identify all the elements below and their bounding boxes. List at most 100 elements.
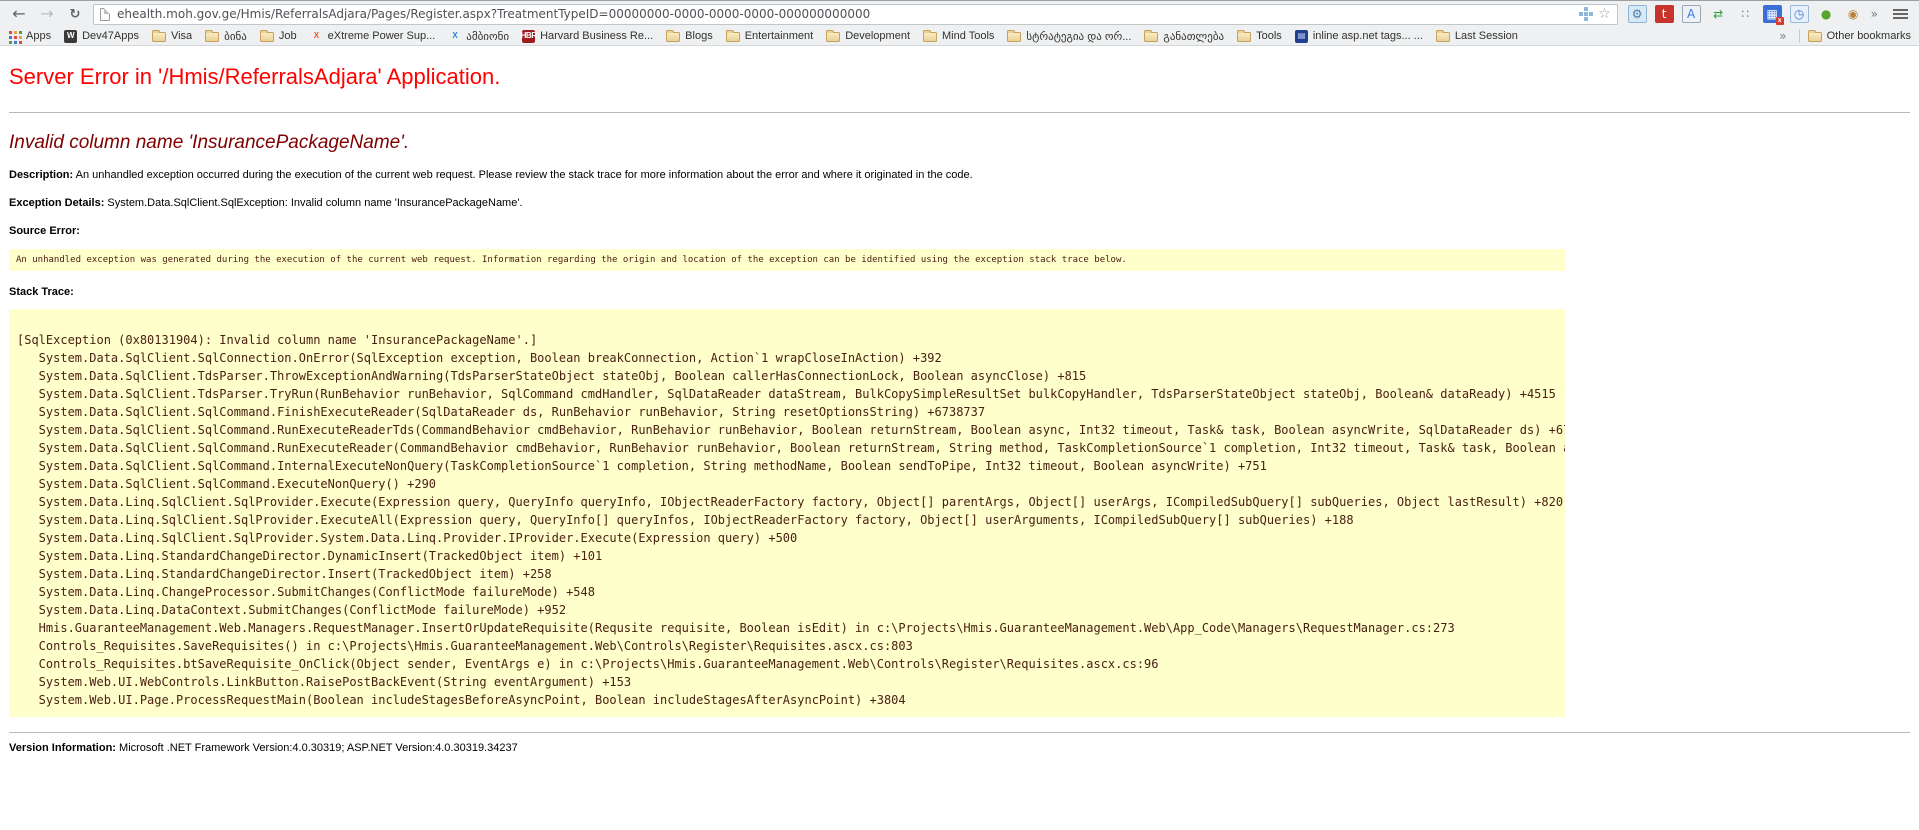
extension-glyph: ∷ [1741, 8, 1749, 20]
bookmark-ambioni[interactable]: Xამბიონი [448, 30, 509, 43]
extensions-area: ⚙ t A ⇄ ∷ ▦x ◷ ● ◉ [1624, 5, 1867, 23]
folder-icon [1144, 32, 1158, 42]
bookmark-label: Development [845, 30, 910, 42]
source-error-text: An unhandled exception was generated dur… [9, 249, 1565, 271]
chrome-menu-button[interactable] [1886, 3, 1914, 25]
bookmark-label: Blogs [685, 30, 713, 42]
bookmark-visa[interactable]: Visa [152, 30, 192, 42]
version-label: Version Information: [9, 742, 116, 754]
bookmark-entertainment[interactable]: Entertainment [726, 30, 813, 42]
bookmark-label: Mind Tools [942, 30, 994, 42]
bookmark-bina[interactable]: ბინა [205, 30, 247, 43]
exception-details-row: Exception Details: System.Data.SqlClient… [9, 196, 1910, 210]
extension-glyph: ◉ [1848, 8, 1858, 20]
folder-icon [1237, 32, 1251, 42]
bookmark-label: Other bookmarks [1827, 30, 1911, 42]
back-button[interactable]: ← [5, 3, 33, 25]
bookmark-label: Entertainment [745, 30, 813, 42]
bookmarks-bar-right: » Other bookmarks [1775, 29, 1911, 43]
bookmark-label: Apps [26, 30, 51, 42]
bookmark-label: Visa [171, 30, 192, 42]
bookmark-inline-aspnet[interactable]: ▤ inline asp.net tags... ... [1295, 30, 1423, 43]
bookmark-blogs[interactable]: Blogs [666, 30, 713, 42]
extension-glyph: ⚙ [1632, 8, 1643, 20]
extension-badge: x [1776, 17, 1784, 25]
folder-icon [260, 32, 274, 42]
version-text: Microsoft .NET Framework Version:4.0.303… [119, 742, 518, 754]
browser-toolbar: ← → ↻ ehealth.moh.gov.ge/Hmis/ReferralsA… [0, 0, 1919, 27]
green-arrows-extension-icon[interactable]: ⇄ [1709, 5, 1728, 23]
folder-icon [152, 32, 166, 42]
other-bookmarks-button[interactable]: Other bookmarks [1808, 30, 1911, 42]
bookmark-apps[interactable]: Apps [8, 30, 51, 43]
bookmark-label: Dev47Apps [82, 30, 139, 42]
bookmark-label: ამბიონი [466, 30, 509, 43]
version-info: Version Information: Microsoft .NET Fram… [9, 742, 1910, 754]
apps-grid-icon [8, 30, 21, 43]
extreme-power-favicon: X [310, 30, 323, 43]
bookmark-label: inline asp.net tags... ... [1313, 30, 1423, 42]
bookmark-strategia[interactable]: სტრატეგია და ორ... [1007, 30, 1131, 43]
bookmark-label: Job [279, 30, 297, 42]
bookmark-label: განათლება [1163, 30, 1224, 43]
bookmark-tools[interactable]: Tools [1237, 30, 1282, 42]
bookmark-star-icon[interactable]: ☆ [1598, 7, 1611, 21]
exception-message-heading: Invalid column name 'InsurancePackageNam… [9, 132, 1910, 154]
window-gear-extension-icon[interactable]: ⚙ [1628, 5, 1647, 23]
stack-trace-box: [SqlException (0x80131904): Invalid colu… [9, 309, 1565, 717]
forward-button[interactable]: → [33, 3, 61, 25]
bookmarks-list: Apps W Dev47Apps Visa ბინა Job XeXtreme Power … [8, 30, 1531, 43]
footer-divider [9, 732, 1910, 733]
folder-icon [205, 32, 219, 42]
source-error-label: Source Error: [9, 225, 80, 237]
hamburger-icon [1893, 9, 1908, 11]
url-text[interactable]: ehealth.moh.gov.ge/Hmis/ReferralsAdjara/… [117, 7, 1578, 21]
bookmark-development[interactable]: Development [826, 30, 910, 42]
green-drop-extension-icon[interactable]: ● [1817, 5, 1836, 23]
bookmark-last-session[interactable]: Last Session [1436, 30, 1518, 42]
bookmark-label: Tools [1256, 30, 1282, 42]
reload-button[interactable]: ↻ [61, 3, 89, 25]
description-row: Description: An unhandled exception occu… [9, 168, 1910, 182]
bookmark-label: ბინა [224, 30, 247, 43]
dots-grid-extension-icon[interactable]: ∷ [1736, 5, 1755, 23]
bookmark-mind-tools[interactable]: Mind Tools [923, 30, 994, 42]
window-clock-extension-icon[interactable]: ◷ [1790, 5, 1809, 23]
bookmark-extreme-power[interactable]: XeXtreme Power Sup... [310, 30, 436, 43]
cookie-extension-icon[interactable]: ◉ [1844, 5, 1863, 23]
folder-icon [826, 32, 840, 42]
folder-icon [1007, 32, 1021, 42]
folder-icon [1436, 32, 1450, 42]
red-t-extension-icon[interactable]: t [1655, 5, 1674, 23]
dev47apps-favicon: W [64, 30, 77, 43]
folder-icon [923, 32, 937, 42]
description-text: An unhandled exception occurred during t… [76, 169, 973, 181]
bookmark-label: eXtreme Power Sup... [328, 30, 436, 42]
calendar-extension-icon[interactable]: ▦x [1763, 5, 1782, 23]
toolbar-overflow-chevron[interactable]: » [1871, 7, 1878, 21]
hbr-favicon: HBR [522, 30, 535, 43]
exception-details-text: System.Data.SqlClient.SqlException: Inva… [107, 197, 522, 209]
bookmark-dev47apps[interactable]: W Dev47Apps [64, 30, 139, 43]
extension-glyph: ◷ [1794, 8, 1804, 20]
address-bar[interactable]: ehealth.moh.gov.ge/Hmis/ReferralsAdjara/… [93, 4, 1618, 25]
bookmark-label: სტრატეგია და ორ... [1026, 30, 1131, 43]
extension-glyph: ● [1821, 8, 1831, 20]
extension-glyph: t [1662, 8, 1667, 20]
extension-glyph: ⇄ [1713, 8, 1723, 20]
extension-glyph: A [1687, 8, 1695, 20]
stack-trace-text: [SqlException (0x80131904): Invalid colu… [9, 309, 1565, 717]
autoscroll-cross-icon[interactable] [1584, 12, 1588, 16]
bookmarks-overflow-chevron[interactable]: » [1779, 29, 1786, 43]
error-page: Server Error in '/Hmis/ReferralsAdjara' … [0, 62, 1919, 754]
bookmark-job[interactable]: Job [260, 30, 297, 42]
bookmarks-separator [1799, 29, 1800, 43]
bookmark-ganatleba[interactable]: განათლება [1144, 30, 1224, 43]
description-label: Description: [9, 169, 73, 181]
bookmark-hbr[interactable]: HBRHarvard Business Re... [522, 30, 653, 43]
folder-icon [1808, 32, 1822, 42]
source-error-row: Source Error: [9, 224, 1910, 238]
translate-extension-icon[interactable]: A [1682, 5, 1701, 23]
inline-aspnet-favicon: ▤ [1295, 30, 1308, 43]
stack-trace-label: Stack Trace: [9, 286, 74, 298]
